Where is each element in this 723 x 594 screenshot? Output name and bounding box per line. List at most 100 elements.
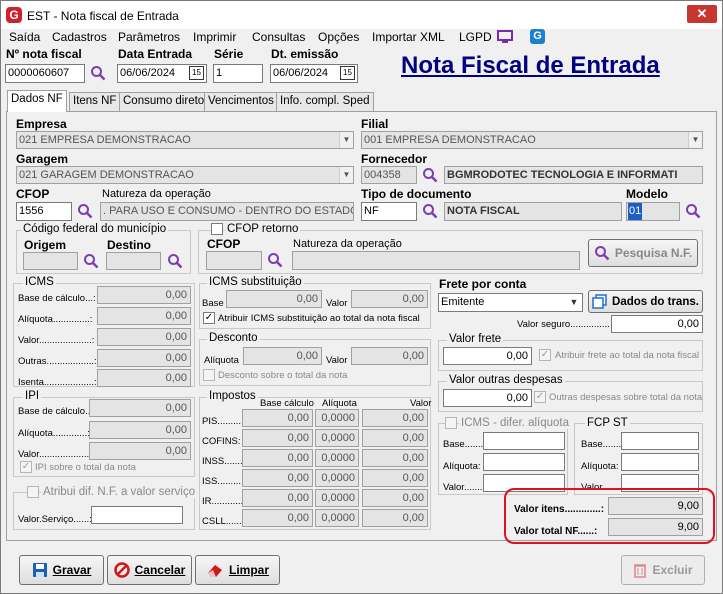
cancelar-button[interactable]: Cancelar [107,555,192,585]
dados-trans-button[interactable]: Dados do trans. [588,290,703,313]
monitor-icon[interactable] [497,30,513,44]
cfop-input[interactable]: 1556 [16,202,72,221]
chevron-down-icon[interactable]: ▼ [339,132,353,148]
tab-info-compl-sped[interactable]: Info. compl. Sped [276,92,374,111]
search-icon [594,246,610,261]
main-window: G EST - Nota fiscal de Entrada ✕ Saída C… [0,0,723,594]
menu-parametros[interactable]: Parâmetros [118,29,180,45]
chevron-down-icon[interactable]: ▼ [688,132,702,148]
copy-icon [592,294,607,309]
atribuir-frete-label: Atribuir frete ao total da nota fiscal [555,350,700,361]
limpar-label: Limpar [228,563,269,577]
chevron-down-icon[interactable]: ▼ [567,295,581,310]
modelo-label: Modelo [626,187,668,201]
fcp-aliq-input[interactable] [621,453,699,471]
atribui-dif-checkbox[interactable] [27,486,39,498]
outras-despesas-label: Outras despesas sobre total da nota [549,392,703,403]
icms-base-field: 0,00 [97,286,191,304]
valor-frete-input[interactable]: 0,00 [443,347,532,365]
outras-despesas-checkbox[interactable]: ✓ [534,391,546,403]
nota-fiscal-input[interactable]: 0000060607 [5,64,85,83]
ipi-checkbox-label: IPI sobre o total da nota [35,462,136,473]
trash-icon [634,564,647,578]
cfop-retorno-checkbox[interactable] [211,223,223,235]
calendar-icon[interactable]: 15 [189,66,204,80]
pesquisa-nf-label: Pesquisa N.F. [614,246,693,260]
icms-dif-valor-label: Valor.......: [443,482,486,493]
frete-select[interactable]: Emitente [438,293,583,312]
g-app-icon[interactable]: G [530,29,545,44]
destino-input[interactable] [106,252,161,270]
ipi-checkbox[interactable]: ✓ [20,461,32,473]
valor-itens-field: 9,00 [608,497,703,515]
gravar-button[interactable]: Gravar [19,555,104,585]
icms-valor-field: 0,00 [97,328,191,346]
data-entrada-label: Data Entrada [118,47,193,61]
desconto-checkbox[interactable] [203,369,215,381]
serie-input[interactable]: 1 [213,64,263,83]
origem-input[interactable] [23,252,78,270]
search-icon[interactable] [422,203,438,219]
outras-despesas-input[interactable]: 0,00 [443,389,532,407]
icms-dif-base-input[interactable] [483,432,565,450]
valor-seguro-label: Valor seguro............... [517,319,610,330]
cfop-retorno-label: CFOP retorno [225,223,301,235]
tab-itens-nf[interactable]: Itens NF [69,92,121,111]
excluir-button[interactable]: Excluir [621,555,705,585]
tab-vencimentos[interactable]: Vencimentos [204,92,278,111]
icms-st-title: ICMS substituição [207,276,304,288]
calendar-icon[interactable]: 15 [340,66,355,80]
search-icon[interactable] [77,203,93,219]
valor-servico-label: Valor.Serviço......: [18,514,92,525]
limpar-button[interactable]: Limpar [195,555,280,585]
icms-st-valor-field: 0,00 [351,290,428,308]
impostos-pis-valor: 0,00 [362,409,428,427]
icms-base-label: Base de cálculo...: [18,293,96,304]
menu-importar-xml[interactable]: Importar XML [372,29,445,45]
pesquisa-nf-button[interactable]: Pesquisa N.F. [588,239,698,267]
search-icon[interactable] [422,167,438,183]
modelo-input[interactable]: 01 [626,202,680,221]
menu-bar: Saída Cadastros Parâmetros Imprimir Cons… [1,29,722,46]
search-icon[interactable] [167,253,183,269]
valor-servico-input[interactable] [91,506,183,524]
cod-municipio-title: Código federal do município [21,223,169,235]
search-icon[interactable] [90,65,106,81]
impostos-cofins-base: 0,00 [242,429,313,447]
atribuir-frete-checkbox[interactable]: ✓ [539,349,551,361]
garagem-select[interactable]: 021 GARAGEM DEMONSTRACAO [16,166,354,184]
close-button[interactable]: ✕ [687,5,717,23]
icms-outras-field: 0,00 [97,349,191,367]
filial-select[interactable]: 001 EMPRESA DEMONSTRACAO [361,131,703,149]
menu-saida[interactable]: Saída [9,29,40,45]
chevron-down-icon[interactable]: ▼ [339,167,353,183]
impostos-iss-aliq: 0,0000 [315,469,359,487]
menu-cadastros[interactable]: Cadastros [52,29,107,45]
tab-consumo-direto[interactable]: Consumo direto [119,92,209,111]
icms-dif-aliq-input[interactable] [483,453,565,471]
icms-outras-label: Outras..................: [18,356,97,367]
valor-seguro-input[interactable]: 0,00 [611,315,703,333]
icms-st-base-label: Base [202,298,224,309]
fcp-base-input[interactable] [621,432,699,450]
tipo-documento-input[interactable]: NF [361,202,417,221]
fornecedor-code-input[interactable]: 004358 [361,166,417,184]
icms-dif-checkbox[interactable] [445,417,457,429]
menu-opcoes[interactable]: Opções [318,29,359,45]
impostos-col-aliq: Alíquota [322,398,357,409]
menu-consultas[interactable]: Consultas [252,29,305,45]
title-bar: G EST - Nota fiscal de Entrada ✕ [1,1,722,29]
search-icon[interactable] [267,252,283,268]
empresa-label: Empresa [16,117,67,131]
icms-st-checkbox[interactable]: ✓ [203,312,215,324]
cfop-ret-input[interactable] [206,251,262,270]
icms-isenta-label: Isenta...................: [18,377,97,388]
search-icon[interactable] [83,253,99,269]
menu-imprimir[interactable]: Imprimir [193,29,236,45]
empresa-select[interactable]: 021 EMPRESA DEMONSTRACAO [16,131,354,149]
icms-st-base-field: 0,00 [226,290,322,308]
tab-dados-nf[interactable]: Dados NF [7,90,67,112]
menu-lgpd[interactable]: LGPD [459,29,492,45]
natureza-field: . PARA USO E CONSUMO - DENTRO DO ESTADO [100,202,354,221]
search-icon[interactable] [685,203,701,219]
